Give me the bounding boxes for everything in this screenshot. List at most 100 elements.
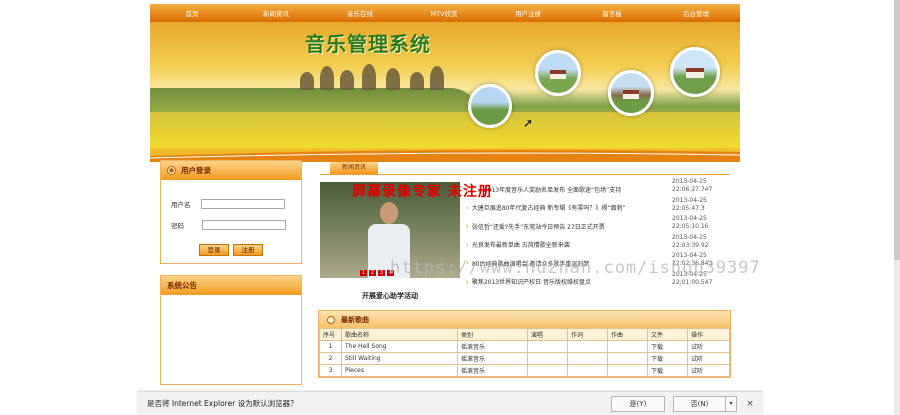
login-panel-title: 用户登录: [181, 166, 211, 175]
login-button[interactable]: 登录: [199, 244, 229, 256]
login-buttons: 登录 注册: [199, 244, 263, 256]
cell-lyricist: [567, 352, 608, 365]
music-icon: [327, 315, 335, 324]
download-link[interactable]: 下载: [647, 340, 688, 353]
listen-link[interactable]: 试听: [687, 340, 730, 353]
cell-category: 摇滚音乐: [457, 340, 528, 353]
mouse-cursor-icon: ➚: [523, 116, 534, 130]
user-icon: ●: [167, 166, 176, 175]
latest-songs-header: 最新歌曲: [319, 311, 730, 328]
col-file: 文件: [647, 328, 688, 341]
col-composer: 作曲: [607, 328, 648, 341]
password-label: 密码: [171, 222, 184, 230]
col-title: 歌曲名称: [341, 328, 458, 341]
banner-photo-2: [535, 50, 581, 96]
password-row: 密码: [171, 220, 286, 230]
photo-pager-1[interactable]: 1: [360, 270, 367, 276]
nav-item-register[interactable]: 用户注册: [486, 8, 570, 18]
news-item[interactable]: ……2013年度音乐人奖励名单发布 全面歌迷“包场”支持: [466, 180, 666, 199]
cell-index: 3: [319, 364, 342, 377]
nav-item-mtv[interactable]: MTV欣赏: [402, 8, 486, 18]
photo-caption[interactable]: 开展爱心助学活动: [320, 291, 460, 301]
cell-lyricist: [567, 340, 608, 353]
url-watermark: https://www.huzhan.com/ishop39397: [390, 258, 761, 278]
news-time: 2013-04-25 22:06:27.747: [672, 178, 713, 193]
banner-photo-1: [468, 84, 512, 128]
username-input[interactable]: [200, 199, 285, 209]
listen-link[interactable]: 试听: [687, 352, 730, 365]
cell-composer: [607, 364, 648, 377]
login-panel: ● 用户登录 用户名 密码 登录 注册: [160, 160, 302, 264]
vertical-scrollbar[interactable]: [894, 0, 900, 415]
cell-lyricist: [567, 364, 608, 377]
photo-pager: 1 2 3 4: [360, 270, 394, 276]
download-link[interactable]: 下载: [647, 352, 688, 365]
nav-item-news[interactable]: 新闻资讯: [234, 8, 318, 18]
listen-link[interactable]: 试听: [687, 364, 730, 377]
cell-singer: [527, 364, 568, 377]
site-banner: 音乐管理系统 ➚: [150, 22, 740, 162]
cell-composer: [607, 340, 648, 353]
col-singer: 演唱: [527, 328, 568, 341]
close-icon[interactable]: ×: [743, 399, 757, 409]
tab-news[interactable]: 新闻资讯: [330, 162, 378, 174]
table-row: 3 Pieces 摇滚音乐 下载 试听: [319, 364, 730, 377]
username-label: 用户名: [171, 201, 191, 209]
latest-songs-title: 最新歌曲: [341, 315, 369, 324]
songs-table-header-row: 序号 歌曲名称 类别 演唱 作词 作曲 文件 操作: [319, 328, 730, 341]
table-row: 1 The Hell Song 摇滚音乐 下载 试听: [319, 340, 730, 353]
songs-table: 序号 歌曲名称 类别 演唱 作词 作曲 文件 操作 1 The Hell Son…: [319, 328, 730, 377]
nav-item-music-online[interactable]: 音乐在线: [318, 8, 402, 18]
notice-panel: 系统公告: [160, 275, 302, 385]
ie-notification-message: 是否将 Internet Explorer 设为默认浏览器？: [147, 399, 298, 408]
news-item[interactable]: 光良发布最新单曲 古风情歌全新来袭: [466, 236, 666, 255]
password-input[interactable]: [202, 220, 286, 230]
ie-dropdown-icon[interactable]: ▾: [725, 395, 737, 412]
ie-yes-button[interactable]: 是(Y): [611, 395, 665, 412]
news-item[interactable]: 张信哲“还爱?先手”东莞站今日预告 27日正式开票: [466, 217, 666, 236]
col-index: 序号: [319, 328, 342, 341]
banner-photo-4: [670, 47, 720, 97]
banner-trees: [290, 60, 470, 90]
banner-photo-3: [608, 70, 654, 116]
register-button[interactable]: 注册: [233, 244, 263, 256]
recorder-watermark: 屏幕录像专家 未注册: [352, 184, 493, 200]
cell-index: 1: [319, 340, 342, 353]
news-time: 2013-04-25 22:05:10.16: [672, 215, 709, 230]
scrollbar-thumb[interactable]: [894, 0, 900, 260]
notice-panel-title: 系统公告: [167, 281, 197, 290]
username-row: 用户名: [171, 199, 285, 209]
col-lyricist: 作词: [567, 328, 608, 341]
site-title: 音乐管理系统: [305, 32, 431, 56]
cell-category: 摇滚音乐: [457, 364, 528, 377]
news-time: 2013-04-25 22:05:47.3: [672, 196, 707, 212]
nav-item-guestbook[interactable]: 留言板: [570, 8, 654, 18]
table-row: 2 Still Waiting 摇滚音乐 下载 试听: [319, 352, 730, 365]
photo-pager-3[interactable]: 3: [378, 270, 385, 276]
banner-swoosh: [150, 149, 740, 162]
cell-composer: [607, 352, 648, 365]
download-link[interactable]: 下载: [647, 364, 688, 377]
col-action: 操作: [687, 328, 730, 341]
photo-pager-2[interactable]: 2: [369, 270, 376, 276]
cell-singer: [527, 340, 568, 353]
cell-title: The Hell Song: [341, 340, 458, 353]
login-panel-header: ● 用户登录: [161, 161, 301, 180]
cell-title: Pieces: [341, 364, 458, 377]
news-time: 2013-04-25 22:03:39.92: [672, 233, 709, 249]
col-category: 类别: [457, 328, 528, 341]
news-item[interactable]: 大唐巨展追80年代复古经典 新专辑《有零吗？》揭“面刺”: [466, 199, 666, 218]
ie-no-button[interactable]: 否(N): [673, 395, 725, 412]
main-nav: 首页 新闻资讯 音乐在线 MTV欣赏 用户注册 留言板 后台管理: [150, 4, 740, 22]
page: 首页 新闻资讯 音乐在线 MTV欣赏 用户注册 留言板 后台管理 音乐管理系统 …: [0, 0, 900, 415]
ie-notification-bar: 是否将 Internet Explorer 设为默认浏览器？ 是(Y) 否(N)…: [137, 391, 763, 415]
news-divider: [320, 174, 730, 175]
nav-item-home[interactable]: 首页: [150, 8, 234, 18]
cell-singer: [527, 352, 568, 365]
latest-songs-panel: 最新歌曲 序号 歌曲名称 类别 演唱 作词 作曲 文件 操作 1 The Hel…: [318, 310, 731, 378]
notice-panel-header: 系统公告: [161, 276, 301, 295]
cell-title: Still Waiting: [341, 352, 458, 365]
cell-category: 摇滚音乐: [457, 352, 528, 365]
cell-index: 2: [319, 352, 342, 365]
nav-item-admin[interactable]: 后台管理: [654, 8, 738, 18]
